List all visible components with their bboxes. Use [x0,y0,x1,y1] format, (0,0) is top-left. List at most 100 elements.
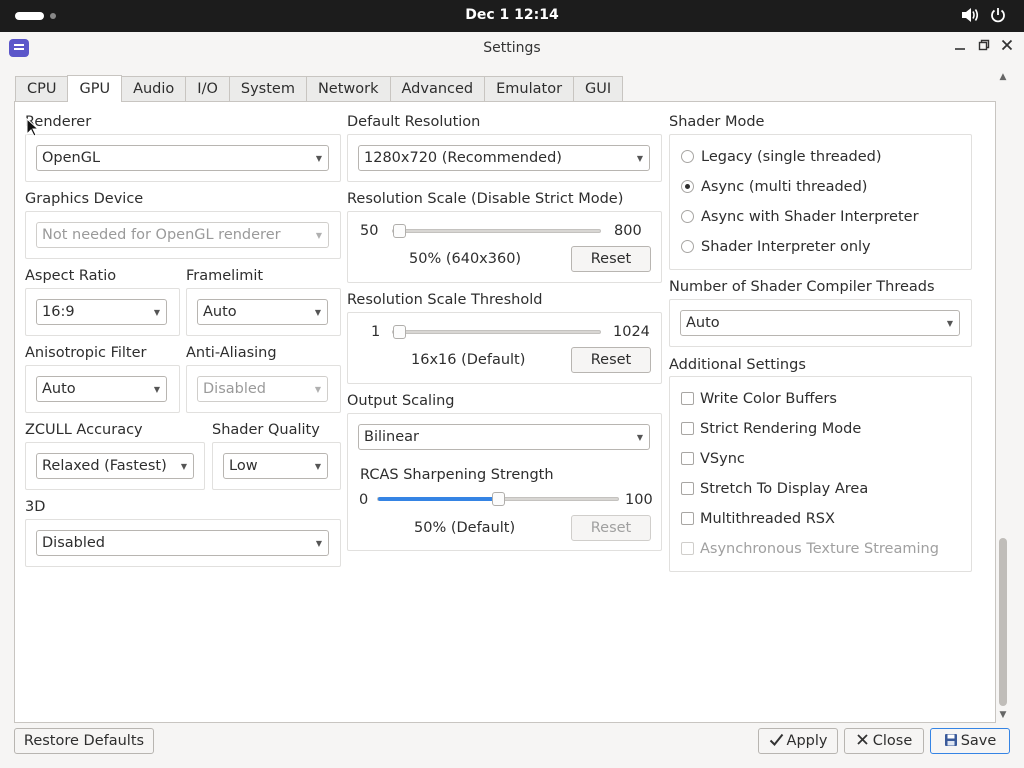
close-button[interactable]: Close [844,728,924,754]
save-label: Save [960,733,997,749]
clock[interactable]: Dec 1 12:14 [465,7,558,23]
async-texture-streaming-checkbox[interactable] [681,542,694,555]
default-resolution-value: 1280x720 (Recommended) [364,150,562,166]
window-titlebar[interactable]: Settings [0,32,1024,64]
tab-advanced[interactable]: Advanced [389,76,486,102]
tab-io[interactable]: I/O [185,76,230,102]
zcull-accuracy-label: ZCULL Accuracy [25,422,143,438]
tab-audio[interactable]: Audio [121,76,187,102]
rcas-handle[interactable] [491,492,505,506]
minimize-icon[interactable] [951,38,969,56]
tab-gpu[interactable]: GPU [67,75,123,102]
app-icon [9,39,29,57]
resolution-threshold-min: 1 [371,324,381,340]
compiler-threads-select[interactable]: Auto ▼ [680,310,960,336]
shader-mode-legacy-label[interactable]: Legacy (single threaded) [701,149,882,165]
shader-mode-interpreter-only-radio[interactable] [681,240,694,253]
strict-rendering-label[interactable]: Strict Rendering Mode [700,421,861,437]
write-color-buffers-checkbox[interactable] [681,392,694,405]
shader-mode-async-label[interactable]: Async (multi threaded) [701,179,867,195]
save-button[interactable]: Save [930,728,1010,754]
shader-mode-async-interpreter-radio[interactable] [681,210,694,223]
tab-system[interactable]: System [228,76,307,102]
close-icon[interactable] [998,38,1016,56]
graphics-device-select[interactable]: Not needed for OpenGL renderer ▼ [36,222,329,248]
vertical-scrollbar[interactable]: ▲ ▼ [996,70,1010,722]
default-resolution-select[interactable]: 1280x720 (Recommended) ▼ [358,145,650,171]
resolution-scale-min: 50 [360,223,379,239]
rcas-label: RCAS Sharpening Strength [360,467,554,483]
resolution-scale-handle[interactable] [393,224,406,238]
resolution-scale-value: 50% (640x360) [409,251,522,267]
stretch-display-label[interactable]: Stretch To Display Area [700,481,868,497]
activities-button[interactable] [15,12,44,20]
shader-mode-interpreter-only-label[interactable]: Shader Interpreter only [701,239,871,255]
tab-network[interactable]: Network [305,76,391,102]
renderer-select[interactable]: OpenGL ▼ [36,145,329,171]
rcas-slider[interactable] [377,492,619,506]
output-scaling-value: Bilinear [364,429,419,445]
3d-select[interactable]: Disabled ▼ [36,530,329,556]
chevron-down-icon: ▼ [636,154,643,163]
graphics-device-label: Graphics Device [25,191,144,207]
rcas-value: 50% (Default) [414,520,516,536]
restore-defaults-button[interactable]: Restore Defaults [14,728,154,754]
shader-mode-label: Shader Mode [669,114,765,130]
vsync-label[interactable]: VSync [700,451,745,467]
resolution-threshold-handle[interactable] [393,325,406,339]
anisotropic-filter-select[interactable]: Auto ▼ [36,376,167,402]
apply-label: Apply [786,733,828,749]
resolution-scale-reset-button[interactable]: Reset [571,246,651,272]
framelimit-value: Auto [203,304,237,320]
checkmark-icon [769,733,783,746]
write-color-buffers-label[interactable]: Write Color Buffers [700,391,837,407]
aspect-ratio-select[interactable]: 16:9 ▼ [36,299,167,325]
workspace-indicator[interactable] [50,13,56,19]
output-scaling-select[interactable]: Bilinear ▼ [358,424,650,450]
multithreaded-rsx-label[interactable]: Multithreaded RSX [700,511,835,527]
resolution-scale-slider[interactable] [392,224,601,238]
framelimit-label: Framelimit [186,268,264,284]
multithreaded-rsx-checkbox[interactable] [681,512,694,525]
save-icon [944,734,957,746]
tab-cpu[interactable]: CPU [15,76,69,102]
chevron-down-icon: ▼ [314,308,321,317]
power-icon[interactable] [990,7,1006,27]
shader-mode-async-radio[interactable] [681,180,694,193]
stretch-display-checkbox[interactable] [681,482,694,495]
resolution-scale-label: Resolution Scale (Disable Strict Mode) [347,191,624,207]
strict-rendering-checkbox[interactable] [681,422,694,435]
resolution-threshold-reset-button[interactable]: Reset [571,347,651,373]
vsync-checkbox[interactable] [681,452,694,465]
shader-quality-value: Low [229,458,258,474]
shader-quality-select[interactable]: Low ▼ [223,453,328,479]
rcas-slider-fill [378,497,498,501]
tab-emulator[interactable]: Emulator [484,76,575,102]
output-scaling-label: Output Scaling [347,393,455,409]
framelimit-select[interactable]: Auto ▼ [197,299,328,325]
rcas-reset-button[interactable]: Reset [571,515,651,541]
shader-mode-legacy-radio[interactable] [681,150,694,163]
volume-icon[interactable] [961,7,979,27]
3d-label: 3D [25,499,46,515]
close-label: Close [872,733,913,749]
chevron-down-icon: ▼ [315,539,322,548]
chevron-down-icon: ▼ [153,385,160,394]
apply-button[interactable]: Apply [758,728,838,754]
shader-mode-async-interpreter-label[interactable]: Async with Shader Interpreter [701,209,919,225]
chevron-down-icon: ▼ [314,385,321,394]
resolution-threshold-slider[interactable] [392,325,601,339]
zcull-accuracy-select[interactable]: Relaxed (Fastest) ▼ [36,453,194,479]
close-x-icon [857,734,868,745]
async-texture-streaming-label[interactable]: Asynchronous Texture Streaming [700,541,939,557]
scroll-up-icon[interactable]: ▲ [998,72,1008,82]
anti-aliasing-select[interactable]: Disabled ▼ [197,376,328,402]
resolution-threshold-max: 1024 [613,324,650,340]
scroll-down-icon[interactable]: ▼ [998,710,1008,720]
rcas-max: 100 [625,492,653,508]
scrollbar-thumb[interactable] [999,538,1007,706]
maximize-icon[interactable] [975,38,993,56]
graphics-device-value: Not needed for OpenGL renderer [42,227,281,243]
tab-gui[interactable]: GUI [573,76,624,102]
3d-value: Disabled [42,535,105,551]
